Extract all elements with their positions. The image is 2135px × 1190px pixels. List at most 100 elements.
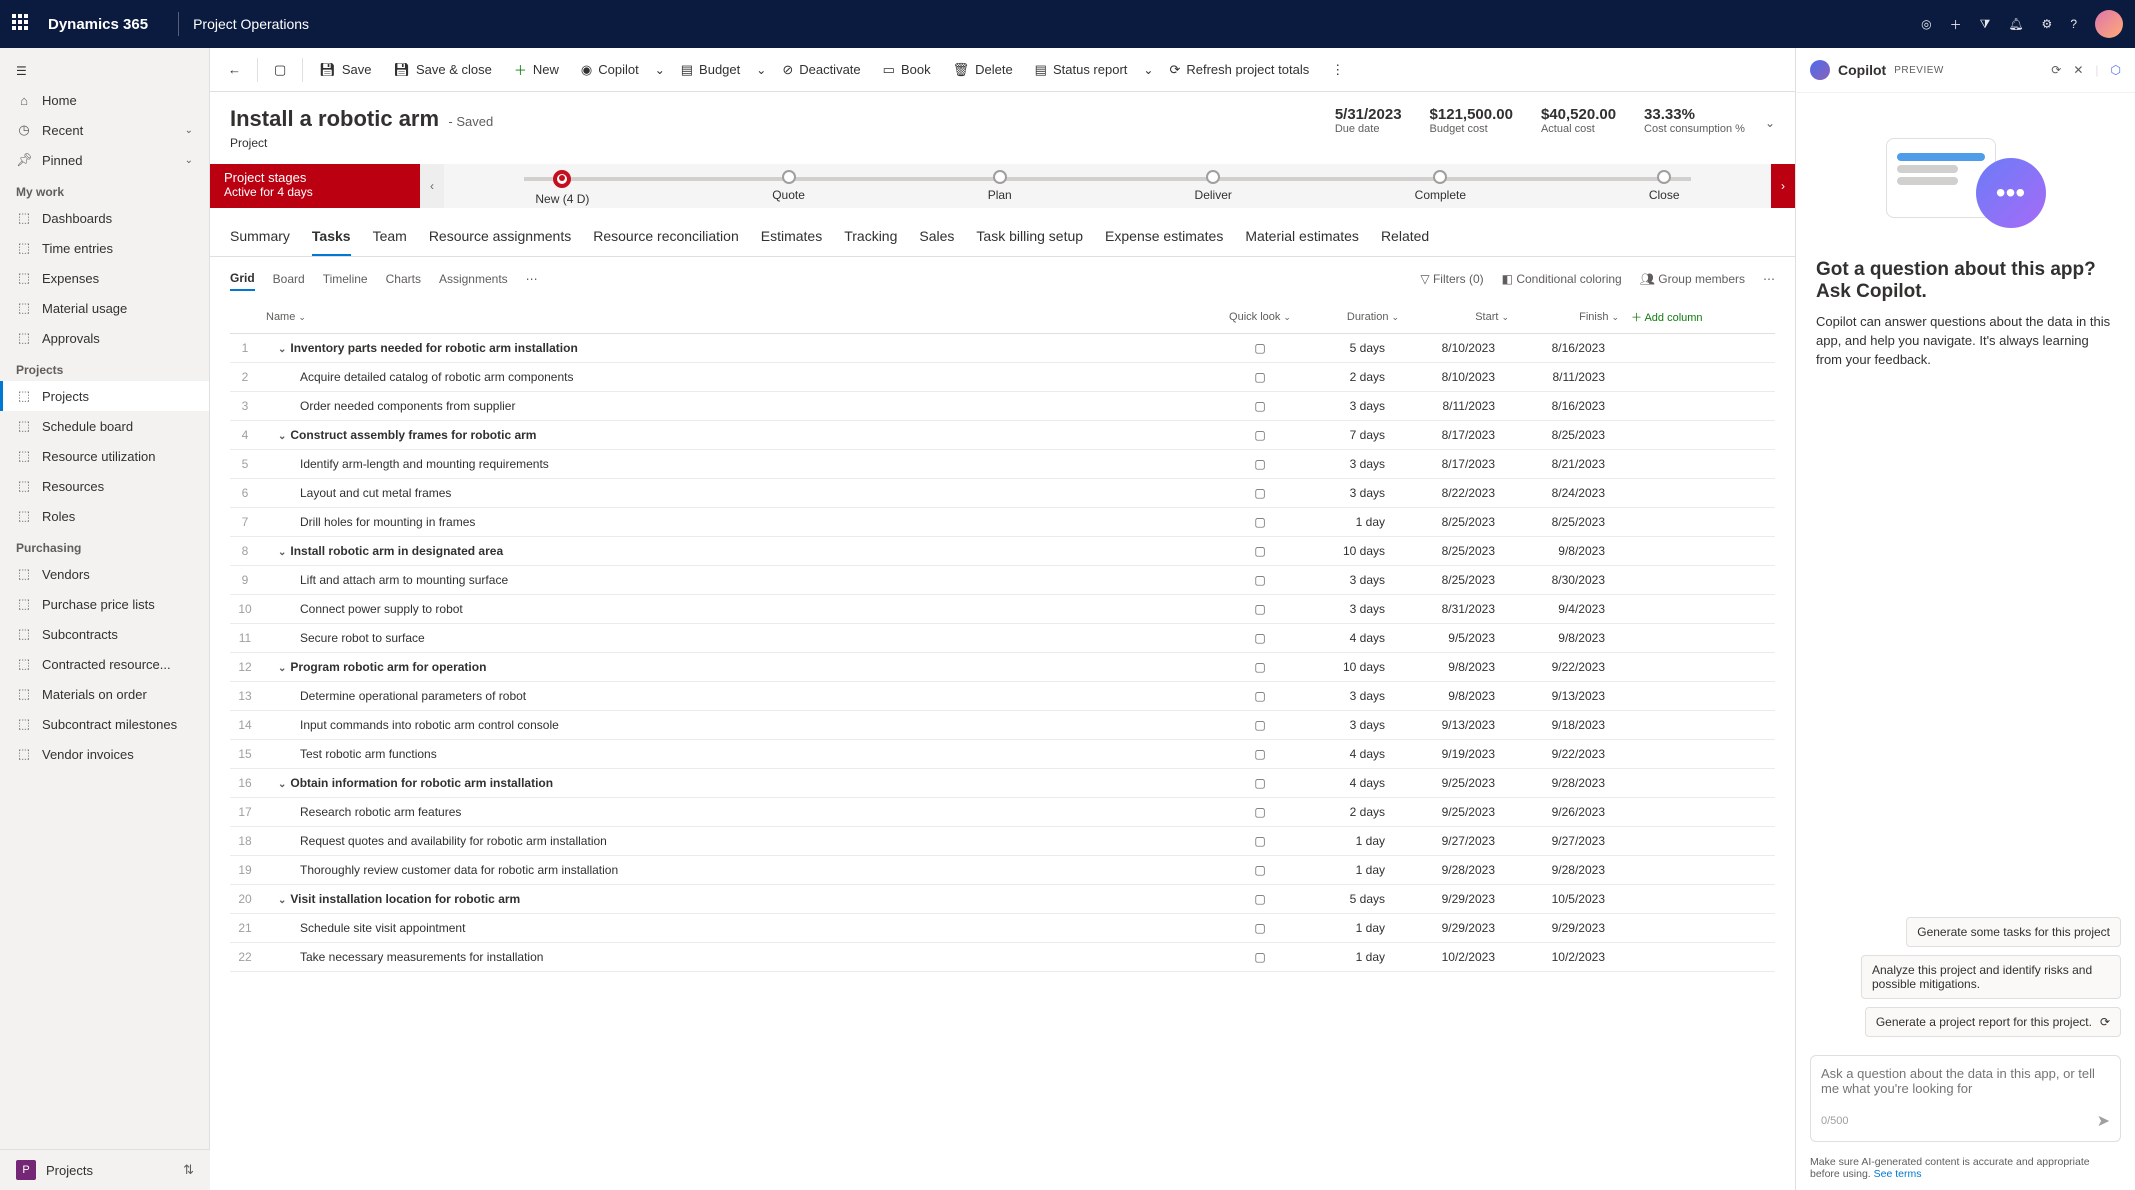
finish-cell[interactable]: 9/28/2023 [1515, 856, 1625, 885]
quicklook-cell[interactable]: ▢ [1215, 769, 1305, 798]
stage-node[interactable]: Complete [1415, 170, 1466, 202]
nav-item[interactable]: ⬚Approvals [0, 323, 209, 353]
deactivate-button[interactable]: ⊘Deactivate [772, 56, 870, 84]
start-cell[interactable]: 9/27/2023 [1405, 827, 1515, 856]
hamburger-icon[interactable]: ☰ [0, 56, 209, 86]
duration-cell[interactable]: 3 days [1305, 566, 1405, 595]
table-row[interactable]: 6Layout and cut metal frames▢3 days8/22/… [230, 479, 1775, 508]
table-row[interactable]: 18Request quotes and availability for ro… [230, 827, 1775, 856]
avatar[interactable] [2095, 10, 2123, 38]
task-name-cell[interactable]: ⌄Install robotic arm in designated area [260, 537, 1215, 566]
tab[interactable]: Estimates [761, 220, 822, 256]
quicklook-cell[interactable]: ▢ [1215, 856, 1305, 885]
task-name-cell[interactable]: ⌄Inventory parts needed for robotic arm … [260, 334, 1215, 363]
start-cell[interactable]: 9/28/2023 [1405, 856, 1515, 885]
task-name-cell[interactable]: Drill holes for mounting in frames [260, 508, 1215, 537]
finish-cell[interactable]: 8/25/2023 [1515, 421, 1625, 450]
duration-cell[interactable]: 1 day [1305, 914, 1405, 943]
caret-down-icon[interactable]: ⌄ [278, 547, 286, 558]
stage-next-button[interactable]: › [1771, 164, 1795, 208]
duration-cell[interactable]: 3 days [1305, 682, 1405, 711]
caret-down-icon[interactable]: ⌄ [278, 431, 286, 442]
finish-cell[interactable]: 8/11/2023 [1515, 363, 1625, 392]
duration-cell[interactable]: 2 days [1305, 798, 1405, 827]
copilot-suggestion[interactable]: Generate some tasks for this project [1906, 917, 2121, 947]
table-row[interactable]: 15Test robotic arm functions▢4 days9/19/… [230, 740, 1775, 769]
quicklook-cell[interactable]: ▢ [1215, 392, 1305, 421]
quicklook-cell[interactable]: ▢ [1215, 450, 1305, 479]
col-quicklook[interactable]: Quick look⌄ [1215, 301, 1305, 334]
tab[interactable]: Resource reconciliation [593, 220, 739, 256]
finish-cell[interactable]: 9/29/2023 [1515, 914, 1625, 943]
caret-down-icon[interactable]: ⌄ [278, 663, 286, 674]
duration-cell[interactable]: 4 days [1305, 769, 1405, 798]
duration-cell[interactable]: 2 days [1305, 363, 1405, 392]
conditional-coloring-button[interactable]: ◧ Conditional coloring [1502, 272, 1622, 286]
subtab[interactable]: Board [273, 268, 305, 290]
stage-node[interactable]: New (4 D) [535, 170, 589, 206]
duration-cell[interactable]: 3 days [1305, 450, 1405, 479]
finish-cell[interactable]: 9/26/2023 [1515, 798, 1625, 827]
duration-cell[interactable]: 1 day [1305, 827, 1405, 856]
table-row[interactable]: 5Identify arm-length and mounting requir… [230, 450, 1775, 479]
task-name-cell[interactable]: Request quotes and availability for robo… [260, 827, 1215, 856]
tab[interactable]: Material estimates [1245, 220, 1359, 256]
table-row[interactable]: 12⌄Program robotic arm for operation▢10 … [230, 653, 1775, 682]
duration-cell[interactable]: 10 days [1305, 653, 1405, 682]
duration-cell[interactable]: 4 days [1305, 740, 1405, 769]
subtab-more[interactable]: ⋯ [526, 268, 538, 290]
start-cell[interactable]: 10/2/2023 [1405, 943, 1515, 972]
filter-icon[interactable]: ⧩ [1980, 17, 1991, 32]
task-name-cell[interactable]: Thoroughly review customer data for robo… [260, 856, 1215, 885]
bell-icon[interactable]: 🔔︎ [2008, 17, 2023, 31]
nav-item[interactable]: ⬚Subcontract milestones [0, 709, 209, 739]
caret-down-icon[interactable]: ⌄ [278, 344, 286, 355]
grid-overflow-button[interactable]: ⋯ [1763, 272, 1775, 286]
duration-cell[interactable]: 1 day [1305, 508, 1405, 537]
finish-cell[interactable]: 9/18/2023 [1515, 711, 1625, 740]
task-name-cell[interactable]: ⌄Visit installation location for robotic… [260, 885, 1215, 914]
col-add[interactable]: ＋ Add column [1625, 301, 1775, 334]
nav-home[interactable]: ⌂Home [0, 86, 209, 115]
start-cell[interactable]: 8/10/2023 [1405, 363, 1515, 392]
open-button[interactable]: ▢ [264, 56, 296, 84]
duration-cell[interactable]: 4 days [1305, 624, 1405, 653]
task-name-cell[interactable]: Take necessary measurements for installa… [260, 943, 1215, 972]
copilot-terms-link[interactable]: See terms [1874, 1168, 1922, 1180]
finish-cell[interactable]: 9/28/2023 [1515, 769, 1625, 798]
quicklook-cell[interactable]: ▢ [1215, 711, 1305, 740]
save-close-button[interactable]: 💾︎Save & close [383, 56, 501, 84]
book-button[interactable]: ▭Book [873, 56, 941, 84]
table-row[interactable]: 20⌄Visit installation location for robot… [230, 885, 1775, 914]
table-row[interactable]: 4⌄Construct assembly frames for robotic … [230, 421, 1775, 450]
start-cell[interactable]: 8/25/2023 [1405, 566, 1515, 595]
refresh-icon[interactable]: ⟳ [2100, 1015, 2110, 1029]
task-name-cell[interactable]: Schedule site visit appointment [260, 914, 1215, 943]
finish-cell[interactable]: 9/22/2023 [1515, 740, 1625, 769]
nav-item[interactable]: ⬚Resource utilization [0, 441, 209, 471]
start-cell[interactable]: 9/29/2023 [1405, 914, 1515, 943]
table-row[interactable]: 1⌄Inventory parts needed for robotic arm… [230, 334, 1775, 363]
duration-cell[interactable]: 3 days [1305, 392, 1405, 421]
finish-cell[interactable]: 8/16/2023 [1515, 392, 1625, 421]
quicklook-cell[interactable]: ▢ [1215, 421, 1305, 450]
tab[interactable]: Task billing setup [976, 220, 1083, 256]
copilot-suggestion[interactable]: Analyze this project and identify risks … [1861, 955, 2121, 999]
table-row[interactable]: 11Secure robot to surface▢4 days9/5/2023… [230, 624, 1775, 653]
start-cell[interactable]: 8/17/2023 [1405, 421, 1515, 450]
task-name-cell[interactable]: ⌄Obtain information for robotic arm inst… [260, 769, 1215, 798]
start-cell[interactable]: 9/5/2023 [1405, 624, 1515, 653]
col-start[interactable]: Start⌄ [1405, 301, 1515, 334]
quicklook-cell[interactable]: ▢ [1215, 595, 1305, 624]
subtab[interactable]: Grid [230, 267, 255, 291]
duration-cell[interactable]: 7 days [1305, 421, 1405, 450]
quicklook-cell[interactable]: ▢ [1215, 479, 1305, 508]
table-row[interactable]: 9Lift and attach arm to mounting surface… [230, 566, 1775, 595]
duration-cell[interactable]: 5 days [1305, 885, 1405, 914]
start-cell[interactable]: 9/25/2023 [1405, 798, 1515, 827]
col-duration[interactable]: Duration⌄ [1305, 301, 1405, 334]
finish-cell[interactable]: 10/2/2023 [1515, 943, 1625, 972]
col-name[interactable]: Name⌄ [260, 301, 1215, 334]
nav-item[interactable]: ⬚Dashboards [0, 203, 209, 233]
new-button[interactable]: ＋New [504, 54, 569, 85]
